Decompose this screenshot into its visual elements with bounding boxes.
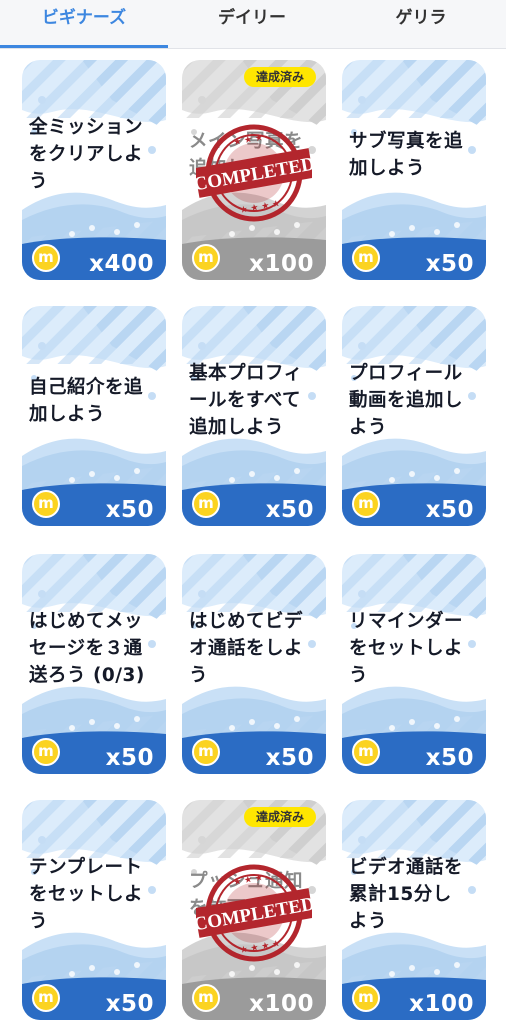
mission-card[interactable]: ビデオ通話を 累計15分し よう m x100 <box>342 800 486 1020</box>
coin-icon: m <box>352 490 380 518</box>
mission-card[interactable]: リマインダー をセットしよ う m x50 <box>342 554 486 774</box>
mission-card[interactable]: メイン写真を 追加しようmx100達成済みCOMPLETED★ ★ ★★ ★ ★… <box>182 60 326 280</box>
coin-icon: m <box>32 244 60 272</box>
reward-amount: x50 <box>425 497 474 523</box>
coin-icon: m <box>192 984 220 1012</box>
reward-amount: x50 <box>105 745 154 771</box>
reward-bar: m x50 <box>22 486 166 526</box>
coin-icon: m <box>192 244 220 272</box>
reward-amount: x100 <box>249 251 314 277</box>
mission-card[interactable]: プッシュ通知 を許可しようmx100達成済みCOMPLETED★ ★ ★★ ★ … <box>182 800 326 1020</box>
tab-guerrilla[interactable]: ゲリラ <box>337 0 505 48</box>
reward-amount: x100 <box>409 991 474 1017</box>
tab-bar: ビギナーズ デイリー ゲリラ <box>0 0 506 49</box>
completed-stamp-icon: COMPLETED★ ★ ★★ ★ ★ ★ <box>196 124 312 222</box>
coin-icon: m <box>192 738 220 766</box>
completed-stamp-icon: COMPLETED★ ★ ★★ ★ ★ ★ <box>196 864 312 962</box>
mission-title: サブ写真を追 加しよう <box>349 131 464 179</box>
reward-bar: m x50 <box>342 734 486 774</box>
tab-beginners[interactable]: ビギナーズ <box>0 0 168 48</box>
reward-amount: x50 <box>425 251 474 277</box>
reward-amount: x50 <box>265 497 314 523</box>
mission-title: 全ミッション をクリアしよ う <box>29 117 144 192</box>
mission-card[interactable]: 全ミッション をクリアしよ う m x400 <box>22 60 166 280</box>
reward-amount: x50 <box>105 497 154 523</box>
reward-bar: m x50 <box>182 734 326 774</box>
reward-bar: m x50 <box>342 240 486 280</box>
reward-bar: m x50 <box>22 980 166 1020</box>
coin-icon: m <box>192 490 220 518</box>
mission-title: はじめてビデ オ通話をしよ う <box>189 611 304 686</box>
reward-bar: m x50 <box>342 486 486 526</box>
completed-badge: 達成済み <box>244 807 316 827</box>
reward-amount: x400 <box>89 251 154 277</box>
coin-icon: m <box>32 984 60 1012</box>
mission-card[interactable]: はじめてメッ セージを３通 送ろう (0/3) m x50 <box>22 554 166 774</box>
mission-card[interactable]: はじめてビデ オ通話をしよ う m x50 <box>182 554 326 774</box>
mission-card[interactable]: テンプレート をセットしよ う m x50 <box>22 800 166 1020</box>
mission-title: 基本プロフィ ールをすべて 追加しよう <box>189 363 303 438</box>
reward-bar: m x400 <box>22 240 166 280</box>
reward-bar: m x100 <box>182 980 326 1020</box>
reward-amount: x100 <box>249 991 314 1017</box>
mission-card[interactable]: プロフィール 動画を追加し よう m x50 <box>342 306 486 526</box>
mission-title: 自己紹介を追 加しよう <box>29 377 144 425</box>
mission-title: テンプレート をセットしよ う <box>29 857 144 932</box>
reward-bar: m x50 <box>182 486 326 526</box>
reward-amount: x50 <box>105 991 154 1017</box>
reward-amount: x50 <box>265 745 314 771</box>
mission-title: ビデオ通話を 累計15分し よう <box>349 857 464 932</box>
reward-bar: m x100 <box>342 980 486 1020</box>
mission-title: リマインダー をセットしよ う <box>349 611 464 686</box>
coin-icon: m <box>32 738 60 766</box>
coin-icon: m <box>32 490 60 518</box>
reward-bar: m x100 <box>182 240 326 280</box>
mission-grid: 全ミッション をクリアしよ うmx400メイン写真を 追加しようmx100達成済… <box>0 48 506 1024</box>
tab-daily[interactable]: デイリー <box>168 0 336 48</box>
coin-icon: m <box>352 984 380 1012</box>
completed-badge: 達成済み <box>244 67 316 87</box>
mission-title: はじめてメッ セージを３通 送ろう (0/3) <box>29 611 145 686</box>
mission-card[interactable]: サブ写真を追 加しよう m x50 <box>342 60 486 280</box>
reward-bar: m x50 <box>22 734 166 774</box>
coin-icon: m <box>352 738 380 766</box>
reward-amount: x50 <box>425 745 474 771</box>
mission-card[interactable]: 基本プロフィ ールをすべて 追加しよう m x50 <box>182 306 326 526</box>
coin-icon: m <box>352 244 380 272</box>
mission-title: プロフィール 動画を追加し よう <box>349 363 464 438</box>
mission-card[interactable]: 自己紹介を追 加しよう m x50 <box>22 306 166 526</box>
